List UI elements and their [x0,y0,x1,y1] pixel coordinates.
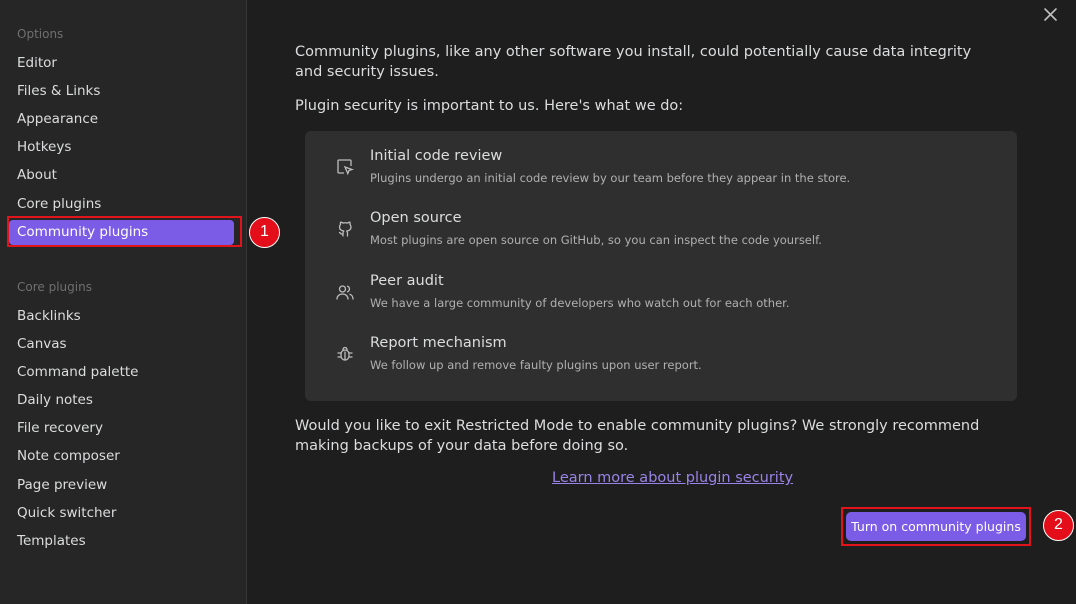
close-icon[interactable] [1040,4,1062,26]
sidebar-item-editor[interactable]: Editor [17,55,57,71]
security-heading: Plugin security is important to us. Here… [295,98,684,114]
github-icon [335,219,355,239]
sidebar-item-templates[interactable]: Templates [17,533,86,549]
code-review-icon [335,157,355,177]
sidebar-item-backlinks[interactable]: Backlinks [17,308,81,324]
sidebar-item-note-composer[interactable]: Note composer [17,448,120,464]
annotation-badge-2: 2 [1043,510,1074,541]
annotation-badge-1: 1 [249,217,280,248]
feature-desc-peer-audit: We have a large community of developers … [370,296,790,310]
feature-desc-open-source: Most plugins are open source on GitHub, … [370,233,822,247]
intro-text: Community plugins, like any other softwa… [295,44,972,80]
users-icon [335,282,355,302]
sidebar-item-daily-notes[interactable]: Daily notes [17,392,93,408]
restricted-mode-question: Would you like to exit Restricted Mode t… [295,418,980,454]
sidebar-item-canvas[interactable]: Canvas [17,336,67,352]
feature-desc-report-mechanism: We follow up and remove faulty plugins u… [370,358,702,372]
sidebar-item-page-preview[interactable]: Page preview [17,477,107,493]
sidebar-item-files-links[interactable]: Files & Links [17,83,100,99]
sidebar-item-community-plugins[interactable]: Community plugins [9,220,234,245]
settings-sidebar: Options Editor Files & Links Appearance … [0,0,247,604]
bug-icon [335,344,355,364]
feature-title-open-source: Open source [370,210,462,226]
sidebar-item-about[interactable]: About [17,167,57,183]
core-plugins-group-title: Core plugins [17,280,92,294]
feature-title-peer-audit: Peer audit [370,273,444,289]
options-group-title: Options [17,27,64,41]
turn-on-community-plugins-button[interactable]: Turn on community plugins [846,512,1026,541]
learn-more-link[interactable]: Learn more about plugin security [552,470,793,486]
feature-desc-code-review: Plugins undergo an initial code review b… [370,171,851,185]
sidebar-item-quick-switcher[interactable]: Quick switcher [17,505,116,521]
feature-title-code-review: Initial code review [370,148,503,164]
sidebar-item-command-palette[interactable]: Command palette [17,364,138,380]
sidebar-item-core-plugins[interactable]: Core plugins [17,196,101,212]
security-features-card: Initial code review Plugins undergo an i… [305,131,1017,401]
sidebar-item-file-recovery[interactable]: File recovery [17,420,103,436]
sidebar-item-appearance[interactable]: Appearance [17,111,98,127]
feature-title-report-mechanism: Report mechanism [370,335,507,351]
sidebar-item-hotkeys[interactable]: Hotkeys [17,139,71,155]
